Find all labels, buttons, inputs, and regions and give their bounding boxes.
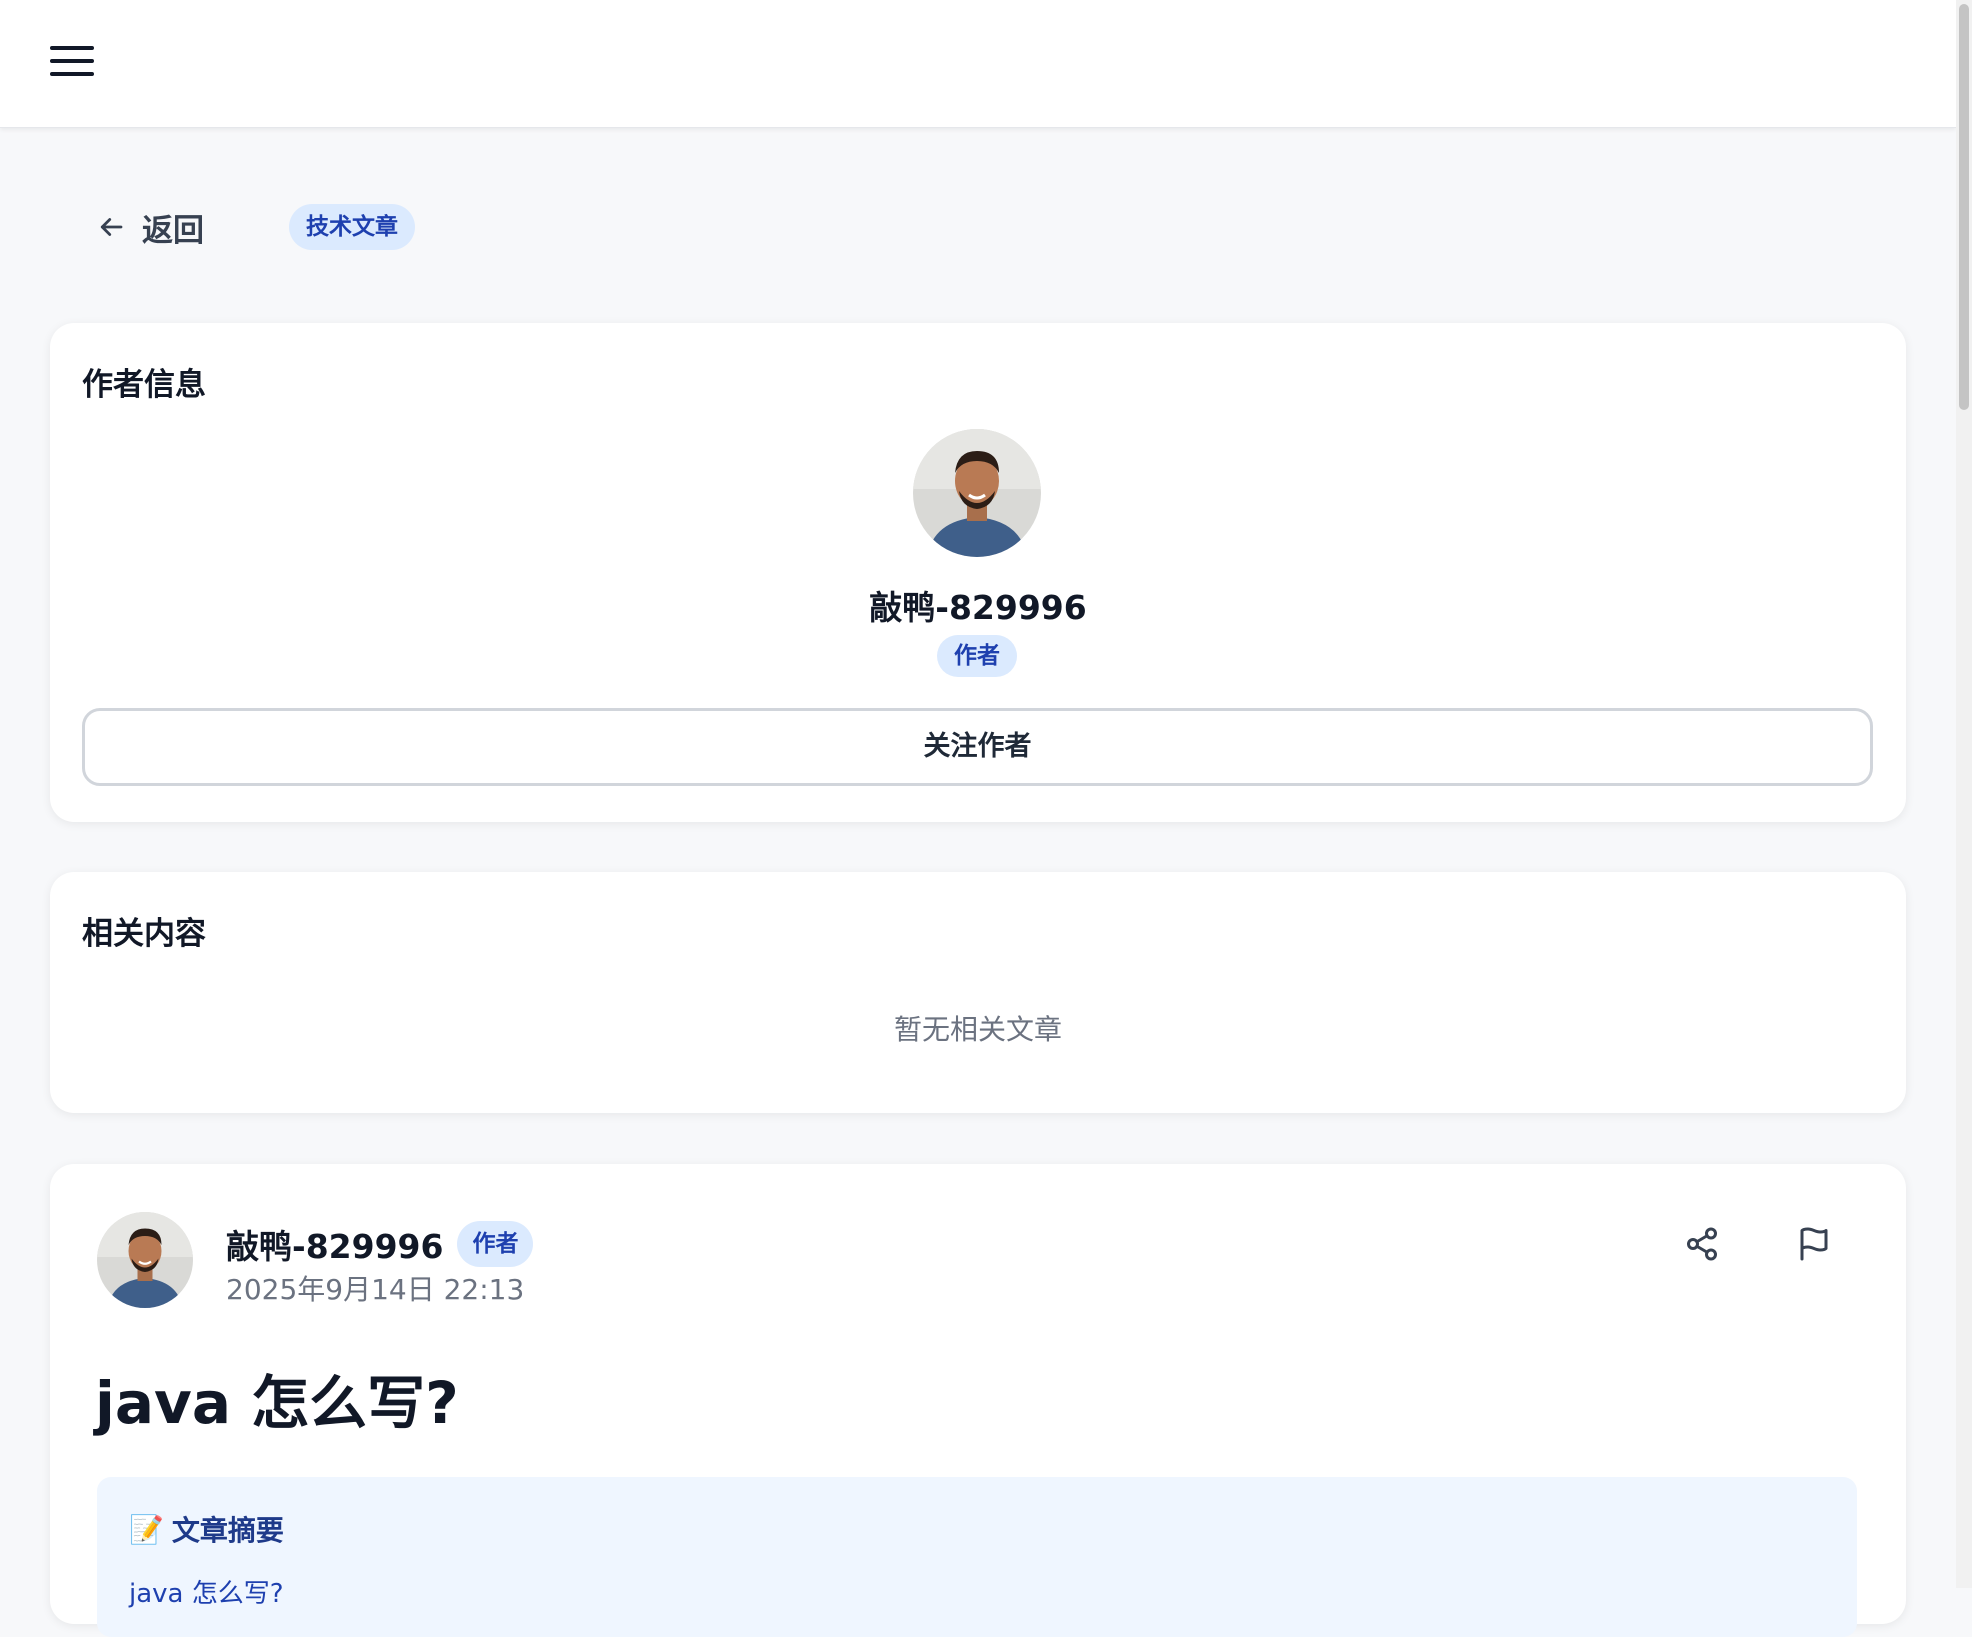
share-icon[interactable] (1684, 1226, 1728, 1270)
related-content-card: 相关内容 暂无相关文章 (50, 872, 1906, 1113)
related-empty-text: 暂无相关文章 (893, 1013, 1062, 1046)
post-author-name[interactable]: 敲鸭-829996 (226, 1220, 443, 1268)
author-card-title: 作者信息 (82, 367, 206, 403)
post-author-badge: 作者 (457, 1221, 534, 1267)
post-card: 敲鸭-829996 作者 2025年9月14日 22:13 java 怎么写? … (50, 1164, 1906, 1637)
top-bar (0, 0, 1956, 128)
article-summary: 📝 文章摘要 java 怎么写? (97, 1477, 1857, 1637)
author-name[interactable]: 敲鸭-829996 (50, 581, 1906, 629)
avatar[interactable] (913, 429, 1041, 557)
related-card-title: 相关内容 (82, 916, 206, 952)
post-author-avatar[interactable] (97, 1212, 193, 1308)
author-role-badge: 作者 (937, 635, 1017, 677)
summary-title-row: 📝 文章摘要 (129, 1509, 284, 1549)
flag-icon[interactable] (1796, 1226, 1840, 1270)
back-button[interactable]: 返回 (96, 200, 204, 254)
scrollbar[interactable] (1956, 0, 1972, 1588)
back-label: 返回 (142, 212, 204, 249)
hamburger-menu-icon[interactable] (50, 46, 94, 80)
post-author-row: 敲鸭-829996 作者 (226, 1220, 534, 1268)
summary-text: java 怎么写? (129, 1579, 284, 1609)
category-tag[interactable]: 技术文章 (289, 204, 415, 250)
author-info-card: 作者信息 敲鸭-829996 作者 关注作者 (50, 323, 1906, 822)
follow-author-button[interactable]: 关注作者 (82, 708, 1873, 786)
post-title: java 怎么写? (95, 1369, 459, 1437)
memo-icon: 📝 (129, 1512, 164, 1546)
summary-title: 文章摘要 (171, 1514, 284, 1547)
post-timestamp: 2025年9月14日 22:13 (226, 1273, 525, 1306)
scrollbar-thumb[interactable] (1959, 4, 1969, 410)
arrow-left-icon (100, 218, 123, 236)
